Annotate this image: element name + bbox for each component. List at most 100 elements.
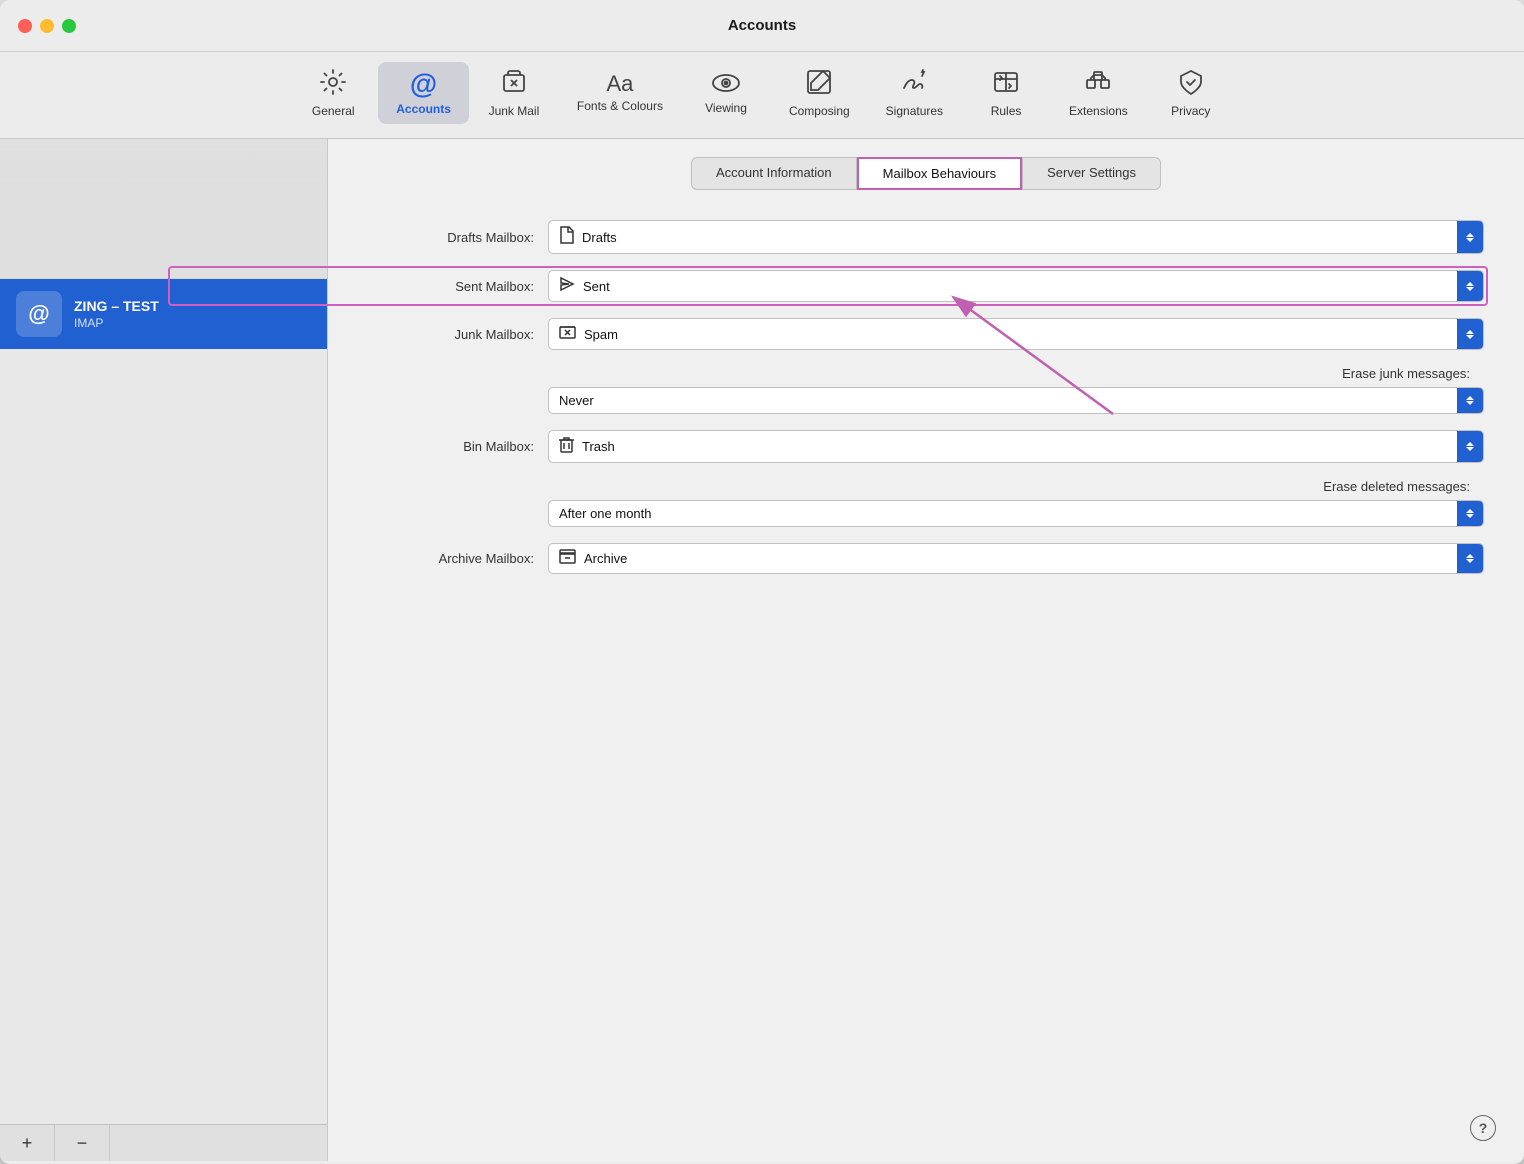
sidebar-bottom-toolbar: + − [0, 1124, 327, 1161]
toolbar-item-general[interactable]: General [288, 60, 378, 126]
toolbar-item-viewing[interactable]: Viewing [681, 63, 771, 123]
add-account-button[interactable]: + [0, 1125, 55, 1161]
toolbar-item-fonts-colours[interactable]: Aa Fonts & Colours [559, 65, 681, 121]
composing-label: Composing [789, 104, 850, 118]
archive-mailbox-row: Archive Mailbox: Archive [368, 543, 1484, 574]
tab-mailbox-behaviours[interactable]: Mailbox Behaviours [857, 157, 1022, 190]
bin-stepper-down[interactable] [1466, 447, 1474, 451]
drafts-mailbox-control[interactable]: Drafts [548, 220, 1484, 254]
sent-stepper-up[interactable] [1466, 282, 1474, 286]
remove-account-button[interactable]: − [55, 1125, 110, 1161]
sent-icon [559, 276, 575, 296]
sidebar: @ ZING – TEST IMAP + − [0, 139, 328, 1161]
sidebar-empty-area [0, 349, 327, 1124]
bin-stepper[interactable] [1457, 431, 1483, 462]
junk-mailbox-label: Junk Mailbox: [368, 327, 548, 342]
sent-stepper[interactable] [1457, 271, 1483, 301]
viewing-icon [711, 71, 741, 97]
maximize-button[interactable] [62, 19, 76, 33]
toolbar-item-junk-mail[interactable]: Junk Mail [469, 60, 559, 126]
tab-server-settings[interactable]: Server Settings [1022, 157, 1161, 190]
help-button[interactable]: ? [1470, 1115, 1496, 1141]
sent-mailbox-row: Sent Mailbox: Sent [368, 270, 1484, 302]
archive-stepper[interactable] [1457, 544, 1483, 573]
archive-mailbox-value: Archive [584, 551, 627, 566]
erase-junk-stepper-down[interactable] [1466, 401, 1474, 405]
extensions-label: Extensions [1069, 104, 1128, 118]
content-area: Drafts Mailbox: Drafts [328, 190, 1524, 1161]
drafts-mailbox-row: Drafts Mailbox: Drafts [368, 220, 1484, 254]
sent-mailbox-value: Sent [583, 279, 610, 294]
erase-deleted-row: After one month [368, 504, 1484, 527]
drafts-icon [559, 226, 574, 248]
junk-icon [559, 324, 576, 344]
close-button[interactable] [18, 19, 32, 33]
erase-junk-value: Never [559, 393, 594, 408]
title-bar: Accounts [0, 0, 1524, 52]
accounts-icon: @ [410, 70, 437, 98]
sidebar-item-zing-test[interactable]: @ ZING – TEST IMAP [0, 279, 327, 349]
drafts-mailbox-label: Drafts Mailbox: [368, 230, 548, 245]
bin-mailbox-label: Bin Mailbox: [368, 439, 548, 454]
archive-mailbox-label: Archive Mailbox: [368, 551, 548, 566]
fonts-colours-icon: Aa [606, 73, 633, 95]
bin-mailbox-value: Trash [582, 439, 615, 454]
erase-deleted-stepper-down[interactable] [1466, 514, 1474, 518]
erase-junk-stepper[interactable] [1457, 388, 1483, 413]
window-controls [18, 19, 76, 33]
sent-mailbox-label: Sent Mailbox: [368, 279, 548, 294]
right-panel: Account Information Mailbox Behaviours S… [328, 139, 1524, 1161]
main-content: @ ZING – TEST IMAP + − Account Info [0, 139, 1524, 1161]
junk-mailbox-row: Junk Mailbox: Spam [368, 318, 1484, 350]
drafts-mailbox-value: Drafts [582, 230, 617, 245]
toolbar-item-accounts[interactable]: @ Accounts [378, 62, 469, 124]
privacy-label: Privacy [1171, 104, 1210, 118]
erase-deleted-value: After one month [559, 506, 652, 521]
composing-icon [805, 68, 833, 100]
archive-mailbox-control[interactable]: Archive [548, 543, 1484, 574]
archive-stepper-up[interactable] [1466, 554, 1474, 558]
toolbar-item-rules[interactable]: Rules [961, 60, 1051, 126]
junk-mailbox-control[interactable]: Spam [548, 318, 1484, 350]
tab-bar: Account Information Mailbox Behaviours S… [328, 139, 1524, 190]
erase-deleted-stepper-up[interactable] [1466, 509, 1474, 513]
erase-junk-section-label: Erase junk messages: [368, 366, 1484, 381]
erase-junk-control[interactable]: Never [548, 387, 1484, 414]
archive-stepper-down[interactable] [1466, 559, 1474, 563]
bin-stepper-up[interactable] [1466, 442, 1474, 446]
minimize-button[interactable] [40, 19, 54, 33]
toolbar-item-composing[interactable]: Composing [771, 60, 868, 126]
account-info-zing: ZING – TEST IMAP [74, 298, 159, 330]
account-type-zing: IMAP [74, 316, 159, 330]
archive-icon [559, 549, 576, 568]
toolbar-item-privacy[interactable]: Privacy [1146, 60, 1236, 126]
viewing-label: Viewing [705, 101, 747, 115]
junk-stepper-down[interactable] [1466, 335, 1474, 339]
tab-account-information[interactable]: Account Information [691, 157, 857, 190]
rules-icon [992, 68, 1020, 100]
bin-mailbox-control[interactable]: Trash [548, 430, 1484, 463]
account-icon-zing: @ [16, 291, 62, 337]
erase-deleted-control[interactable]: After one month [548, 500, 1484, 527]
erase-junk-stepper-up[interactable] [1466, 396, 1474, 400]
sent-stepper-down[interactable] [1466, 287, 1474, 291]
toolbar-item-signatures[interactable]: Signatures [868, 60, 961, 126]
toolbar-item-extensions[interactable]: Extensions [1051, 60, 1146, 126]
signatures-icon [900, 68, 928, 100]
drafts-stepper-down[interactable] [1466, 238, 1474, 242]
signatures-label: Signatures [886, 104, 943, 118]
accounts-label: Accounts [396, 102, 451, 116]
drafts-stepper-up[interactable] [1466, 233, 1474, 237]
erase-deleted-stepper[interactable] [1457, 501, 1483, 526]
erase-junk-row: Never [368, 391, 1484, 414]
account-name-zing: ZING – TEST [74, 298, 159, 314]
junk-stepper-up[interactable] [1466, 330, 1474, 334]
rules-label: Rules [991, 104, 1022, 118]
general-icon [319, 68, 347, 100]
sidebar-faded-account [0, 139, 327, 279]
privacy-icon [1178, 68, 1204, 100]
general-label: General [312, 104, 355, 118]
drafts-stepper[interactable] [1457, 221, 1483, 253]
junk-stepper[interactable] [1457, 319, 1483, 349]
sent-mailbox-control[interactable]: Sent [548, 270, 1484, 302]
